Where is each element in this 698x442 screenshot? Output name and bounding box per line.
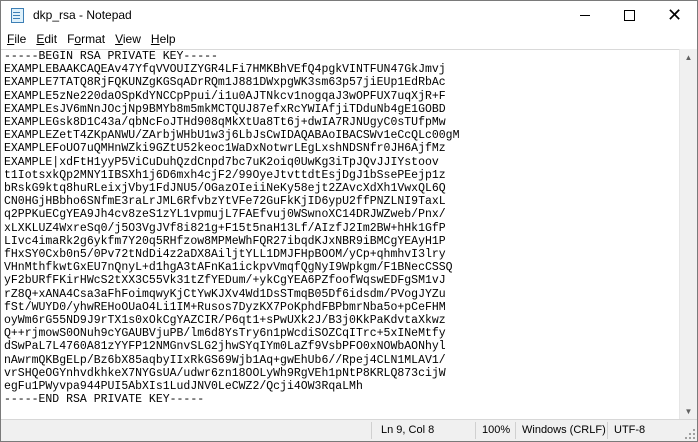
zoom-level: 100%: [482, 424, 511, 436]
editor-line: nAwrmQKBgELp/Bz6bX85aqbyIIxRkGS69Wjb1Aq+…: [4, 353, 446, 367]
editor-line: EXAMPLEsJV6mNnJOcjNp9BMYb8m5mkMCTQUJ87ef…: [4, 102, 446, 116]
editor-line: bRskG9ktq8huRLeixjVby1FdJNU5/OGazOIeiiNe…: [4, 182, 446, 196]
minimize-button[interactable]: [562, 1, 607, 29]
editor-line: fHxSY0Cxb0n5/0Pv72tNdDi4z2aDX8AiljtYLL1D…: [4, 248, 446, 262]
window-title: dkp_rsa - Notepad: [33, 8, 132, 22]
editor-line: -----BEGIN RSA PRIVATE KEY-----: [4, 50, 218, 63]
editor-line: CN0HGjHBbho6SNfmE3raLrJML6RfvbzYtVFe72Gu…: [4, 195, 446, 209]
scrollbar-track[interactable]: [683, 67, 694, 402]
editor-line: rZ8Q+xANA4Csa3aFhFoimqwyKjCtYwKJXv4Wd1Ds…: [4, 287, 446, 301]
editor-line: LIvc4imaRk2g6ykfm7Y20q5RHfzow8MPMeWhFQR2…: [4, 234, 446, 248]
text-editor-area[interactable]: -----BEGIN RSA PRIVATE KEY----- EXAMPLEB…: [1, 49, 680, 421]
menu-format[interactable]: Format: [63, 32, 111, 46]
editor-line: xLXKLUZ4WxreSq0/j5O3VgJVf8i821g+F15t5naH…: [4, 221, 446, 235]
editor-line: Q++rjmowS0ONuh9cYGAUBVjuPB/lm6d8YsTry6n1…: [4, 327, 446, 341]
maximize-icon: [624, 9, 635, 21]
editor-line: q2PPKuECgYEA9Jh4cv8zeS1zYL1vpmujL7FAEfvu…: [4, 208, 446, 222]
maximize-button[interactable]: [607, 1, 652, 29]
menu-view[interactable]: View: [111, 32, 147, 46]
menu-bar: File Edit Format View Help: [1, 29, 697, 48]
cursor-position: Ln 9, Col 8: [381, 424, 435, 436]
resize-grip-icon[interactable]: [685, 429, 695, 439]
close-icon: ✕: [666, 5, 683, 25]
close-button[interactable]: ✕: [652, 1, 697, 29]
vertical-scrollbar[interactable]: ▲ ▼: [679, 49, 697, 420]
title-bar[interactable]: dkp_rsa - Notepad ✕: [1, 1, 697, 29]
editor-line: -----END RSA PRIVATE KEY-----: [4, 393, 205, 407]
editor-line: VHnMthfkwtGxEU7nQnyL+d1hgA3tAFnKa1ickpvV…: [4, 261, 453, 275]
menu-help[interactable]: Help: [147, 32, 182, 46]
editor-line: EXAMPLE|xdFtH1yyP5ViCuDuhQzdCnpd7bc7uK2o…: [4, 155, 439, 169]
editor-line: EXAMPLEZetT4ZKpANWU/ZArbjWHbU1w3j6LbJsCw…: [4, 129, 460, 143]
encoding: UTF-8: [614, 424, 646, 436]
scroll-up-arrow-icon[interactable]: ▲: [680, 49, 697, 66]
editor-line: EXAMPLEFoUO7uQMHnWZki9GZtU52keoc1WaDxNot…: [4, 142, 446, 156]
editor-line: oyWm6rG55ND9J9rTX1s0xOkCgYAZCIR/P6qt1+sP…: [4, 314, 446, 328]
menu-edit[interactable]: Edit: [32, 32, 63, 46]
editor-line: EXAMPLEBAAKCAQEAv47YfqVVOUIZYGR4LFi7HMKB…: [4, 63, 446, 77]
status-bar: Ln 9, Col 8 100% Windows (CRLF) UTF-8: [1, 419, 697, 441]
menu-file[interactable]: File: [3, 32, 32, 46]
editor-line: EXAMPLEGsk8D1C43a/qbNcFoJTHd908qMkXtUa8T…: [4, 116, 446, 130]
notepad-window: dkp_rsa - Notepad ✕ File Edit Format Vie…: [0, 0, 698, 442]
editor-line: EXAMPLE5zNe220daOSpKdYNCCpPpui/i1u0AJTNk…: [4, 89, 446, 103]
editor-line: fSt/WUYD0/yhwREHoOUaO4Li1IM+Rusos7DyzKX7…: [4, 300, 446, 314]
editor-line: t1IotsxkQp2MNY1IBSXh1j6D6mxh4cjF2/99OyeJ…: [4, 168, 446, 182]
editor-line: vrSHQeOGYnhvdkhkeX7NYGsUA/udwr6zn18OOLyW…: [4, 366, 446, 380]
editor-line: dSwPaL7L4760A81zYYFP12NMGnvSLG2jhwSYqIYm…: [4, 340, 446, 354]
minimize-icon: [579, 14, 590, 16]
editor-text[interactable]: -----BEGIN RSA PRIVATE KEY----- EXAMPLEB…: [1, 50, 680, 406]
editor-line: egFu1PWyvpa944PUI5AbXIs1LudJNV0LeCWZ2/Qc…: [4, 380, 363, 394]
editor-line: yF2bURfFKirHWcS2tXX3C55Vk31tZfYEDum/+ykC…: [4, 274, 446, 288]
line-ending: Windows (CRLF): [522, 424, 606, 436]
notepad-app-icon: [9, 7, 25, 23]
scroll-down-arrow-icon[interactable]: ▼: [680, 403, 697, 420]
editor-line: EXAMPLE7TATQ8RjFQKUNZgKGSqADrRQm1J881DWx…: [4, 76, 446, 90]
